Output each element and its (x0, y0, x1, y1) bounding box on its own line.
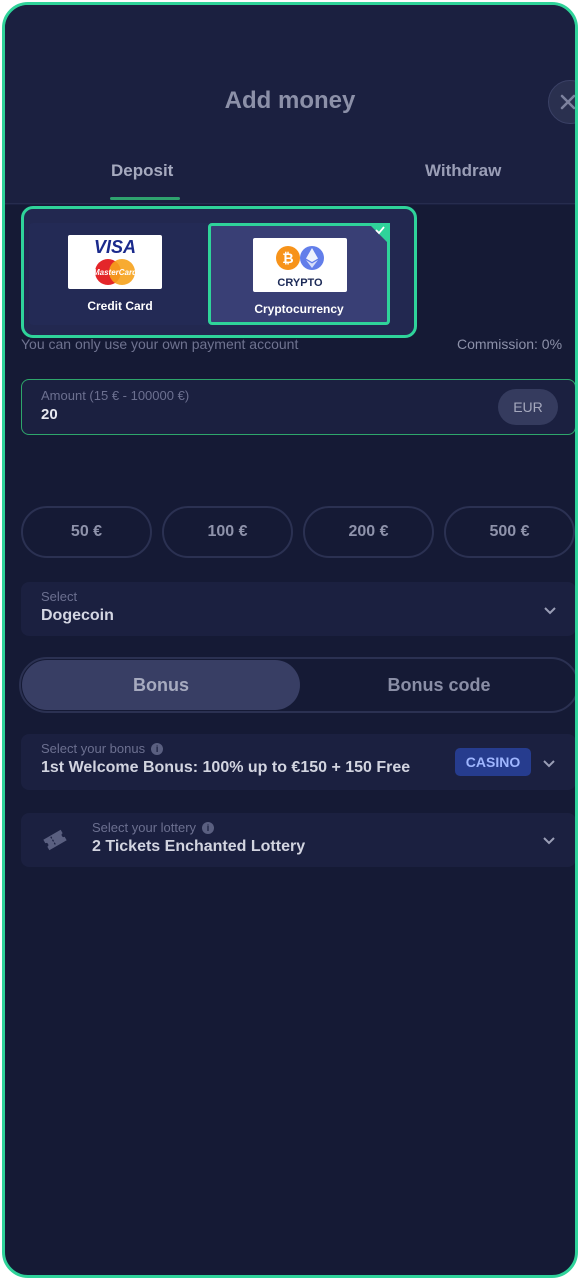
bonus-code-tab[interactable]: Bonus code (301, 660, 575, 710)
commission-text: Commission: 0% (457, 336, 563, 352)
payment-method-credit-card[interactable]: VISA MasterCard Credit Card (29, 223, 211, 325)
visa-mastercard-logo: VISA MasterCard (68, 235, 162, 289)
lottery-select[interactable]: Select your lottery i 2 Tickets Enchante… (21, 813, 575, 867)
bonus-select-label-text: Select your bonus (41, 741, 146, 756)
svg-text:MasterCard: MasterCard (93, 268, 138, 277)
preset-500-button[interactable]: 500 € (444, 506, 575, 558)
chevron-down-icon (544, 607, 556, 615)
tab-deposit[interactable]: Deposit (111, 161, 173, 181)
check-icon (375, 226, 385, 235)
lottery-select-value: 2 Tickets Enchanted Lottery (92, 838, 306, 855)
crypto-logo: ₿ CRYPTO (253, 238, 347, 292)
close-icon (560, 94, 575, 110)
bonus-tab[interactable]: Bonus (22, 660, 300, 710)
lottery-select-label: Select your lottery i (92, 820, 215, 835)
preset-50-button[interactable]: 50 € (21, 506, 152, 558)
preset-100-button[interactable]: 100 € (162, 506, 293, 558)
payment-methods: VISA MasterCard Credit Card ₿ CRYPTO Cry… (21, 206, 417, 338)
lottery-select-label-text: Select your lottery (92, 820, 197, 835)
info-icon: i (202, 821, 215, 834)
preset-200-button[interactable]: 200 € (303, 506, 434, 558)
coin-select[interactable]: Select Dogecoin (21, 582, 575, 636)
bonus-toggle: Bonus Bonus code (19, 657, 575, 713)
casino-badge: CASINO (455, 748, 531, 776)
coin-select-label: Select (41, 589, 78, 604)
modal-title: Add money (224, 87, 356, 114)
own-account-note: You can only use your own payment accoun… (21, 336, 299, 352)
crypto-label: Cryptocurrency (254, 302, 344, 316)
active-tab-indicator (110, 197, 180, 200)
svg-text:₿: ₿ (282, 250, 293, 266)
info-icon: i (151, 742, 164, 755)
bonus-select[interactable]: Select your bonus i 1st Welcome Bonus: 1… (21, 734, 575, 790)
tab-withdraw[interactable]: Withdraw (425, 161, 501, 181)
chevron-down-icon (543, 837, 555, 845)
svg-text:CRYPTO: CRYPTO (277, 277, 323, 289)
deposit-modal: Add money Deposit Withdraw VISA MasterCa… (2, 2, 578, 1278)
amount-field[interactable]: Amount (15 € - 100000 €) 20 EUR (21, 379, 575, 435)
ticket-icon (43, 829, 67, 851)
bonus-select-label: Select your bonus i (41, 741, 164, 756)
amount-label: Amount (15 € - 100000 €) (41, 388, 190, 403)
chevron-down-icon (543, 760, 555, 768)
coin-select-value: Dogecoin (41, 607, 114, 624)
amount-input[interactable]: 20 (41, 406, 58, 423)
svg-text:VISA: VISA (94, 237, 136, 257)
header-divider (5, 203, 575, 204)
credit-card-label: Credit Card (87, 299, 153, 313)
bonus-select-value: 1st Welcome Bonus: 100% up to €150 + 150… (41, 759, 411, 776)
payment-method-crypto[interactable]: ₿ CRYPTO Cryptocurrency (208, 223, 390, 325)
currency-badge: EUR (498, 389, 558, 425)
